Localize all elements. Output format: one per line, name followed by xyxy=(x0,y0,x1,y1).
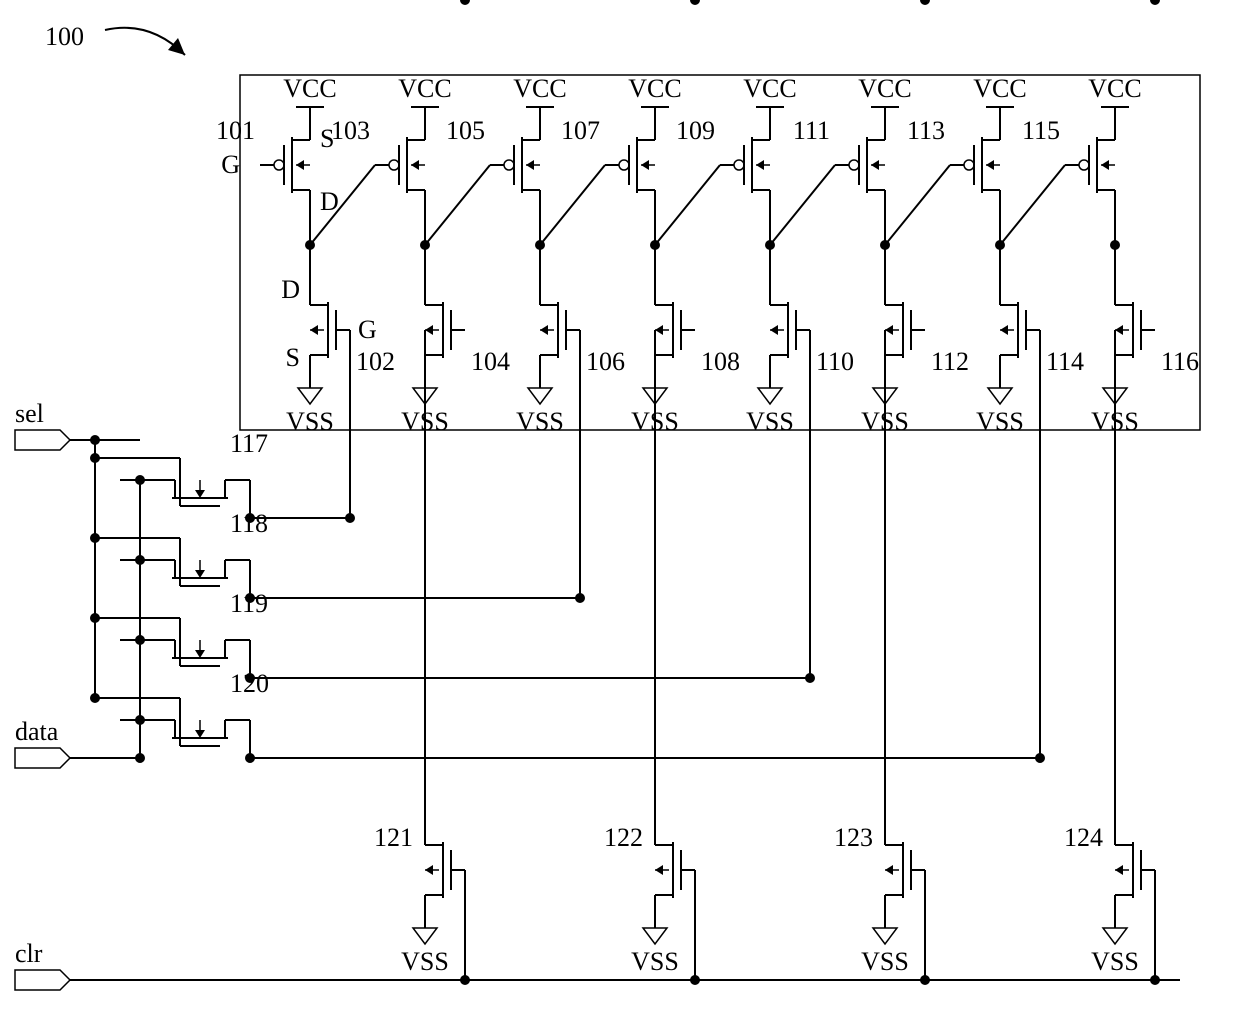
pmos-id-101: 101 xyxy=(216,116,255,145)
vcc-label: VCC xyxy=(1088,74,1141,103)
nmos-id-108: 108 xyxy=(701,347,740,376)
pmos-107 xyxy=(605,125,655,205)
vss-label: VSS xyxy=(516,407,564,436)
clr-port-icon xyxy=(15,970,70,990)
vss-symbol xyxy=(1103,910,1127,944)
vss-symbol xyxy=(413,910,437,944)
vcc-symbol xyxy=(1101,107,1129,125)
pmos-id-105: 105 xyxy=(446,116,485,145)
nmos-id-104: 104 xyxy=(471,347,510,376)
nmos-114 xyxy=(1000,290,1040,370)
nmos-id-110: 110 xyxy=(816,347,854,376)
data-port: data xyxy=(15,717,70,768)
nmos-110 xyxy=(770,290,810,370)
sel-port: sel xyxy=(15,399,70,450)
figure-ref: 100 xyxy=(45,22,185,55)
vcc-symbol xyxy=(641,107,669,125)
vss-label: VSS xyxy=(861,947,909,976)
sel-port-icon xyxy=(15,430,70,450)
clr-label: clr xyxy=(15,939,43,968)
vcc-label: VCC xyxy=(628,74,681,103)
nmos-d-label: D xyxy=(281,275,300,304)
vcc-symbol xyxy=(411,107,439,125)
nmos-id-114: 114 xyxy=(1046,347,1084,376)
pmos-id-115: 115 xyxy=(1022,116,1060,145)
vss-label: VSS xyxy=(746,407,794,436)
pass-118 xyxy=(160,560,240,586)
nmos-id-102: 102 xyxy=(356,347,395,376)
pmos-103 xyxy=(375,125,425,205)
vcc-symbol xyxy=(526,107,554,125)
nmos-102 xyxy=(310,290,350,370)
clear-id-122: 122 xyxy=(604,823,643,852)
vss-label: VSS xyxy=(1091,947,1139,976)
vss-symbol xyxy=(758,370,782,404)
vcc-symbol xyxy=(756,107,784,125)
clear-id-121: 121 xyxy=(374,823,413,852)
vcc-label: VCC xyxy=(398,74,451,103)
nmos-104 xyxy=(425,290,465,370)
pass-120 xyxy=(160,720,240,746)
vcc-symbol xyxy=(296,107,324,125)
data-port-icon xyxy=(15,748,70,768)
vss-symbol xyxy=(643,910,667,944)
vcc-label: VCC xyxy=(513,74,566,103)
pmos-g-label: G xyxy=(221,150,240,179)
vss-symbol xyxy=(528,370,552,404)
clear-122 xyxy=(655,830,695,910)
pmos-id-113: 113 xyxy=(907,116,945,145)
vcc-symbol xyxy=(986,107,1014,125)
pmos-105 xyxy=(490,125,540,205)
pass-id-118: 118 xyxy=(230,509,268,538)
clear-124 xyxy=(1115,830,1155,910)
nmos-112 xyxy=(885,290,925,370)
pmos-id-111: 111 xyxy=(793,116,830,145)
vss-symbol xyxy=(988,370,1012,404)
pmos-id-103: 103 xyxy=(331,116,370,145)
clear-121 xyxy=(425,830,465,910)
sel-label: sel xyxy=(15,399,44,428)
pass-119 xyxy=(160,640,240,666)
nmos-id-116: 116 xyxy=(1161,347,1199,376)
vss-symbol xyxy=(298,370,322,404)
pmos-id-109: 109 xyxy=(676,116,715,145)
figure-ref-label: 100 xyxy=(45,22,84,51)
vss-label: VSS xyxy=(401,947,449,976)
pmos-113 xyxy=(950,125,1000,205)
vss-symbol xyxy=(873,910,897,944)
clear-id-123: 123 xyxy=(834,823,873,852)
pmos-109 xyxy=(720,125,770,205)
vss-label: VSS xyxy=(286,407,334,436)
pass-id-119: 119 xyxy=(230,589,268,618)
pass-id-120: 120 xyxy=(230,669,269,698)
vcc-symbol xyxy=(871,107,899,125)
vcc-label: VCC xyxy=(858,74,911,103)
pmos-101 xyxy=(260,125,310,205)
vcc-label: VCC xyxy=(743,74,796,103)
pmos-111 xyxy=(835,125,885,205)
clr-port: clr xyxy=(15,939,70,990)
nmos-116 xyxy=(1115,290,1155,370)
data-label: data xyxy=(15,717,59,746)
clear-123 xyxy=(885,830,925,910)
pass-117 xyxy=(160,480,240,506)
vss-label: VSS xyxy=(631,947,679,976)
vss-label: VSS xyxy=(976,407,1024,436)
vcc-label: VCC xyxy=(973,74,1026,103)
clear-id-124: 124 xyxy=(1064,823,1103,852)
nmos-id-112: 112 xyxy=(931,347,969,376)
pass-id-117: 117 xyxy=(230,429,268,458)
nmos-id-106: 106 xyxy=(586,347,625,376)
pmos-115 xyxy=(1065,125,1115,205)
vcc-label: VCC xyxy=(283,74,336,103)
pmos-id-107: 107 xyxy=(561,116,600,145)
nmos-g-label: G xyxy=(358,315,377,344)
nmos-106 xyxy=(540,290,580,370)
nmos-s-label: S xyxy=(286,343,300,372)
circuit-diagram: 100 VCC101SDG102DSGVSSVCC103104VSSVCC105… xyxy=(0,0,1240,1028)
nmos-108 xyxy=(655,290,695,370)
